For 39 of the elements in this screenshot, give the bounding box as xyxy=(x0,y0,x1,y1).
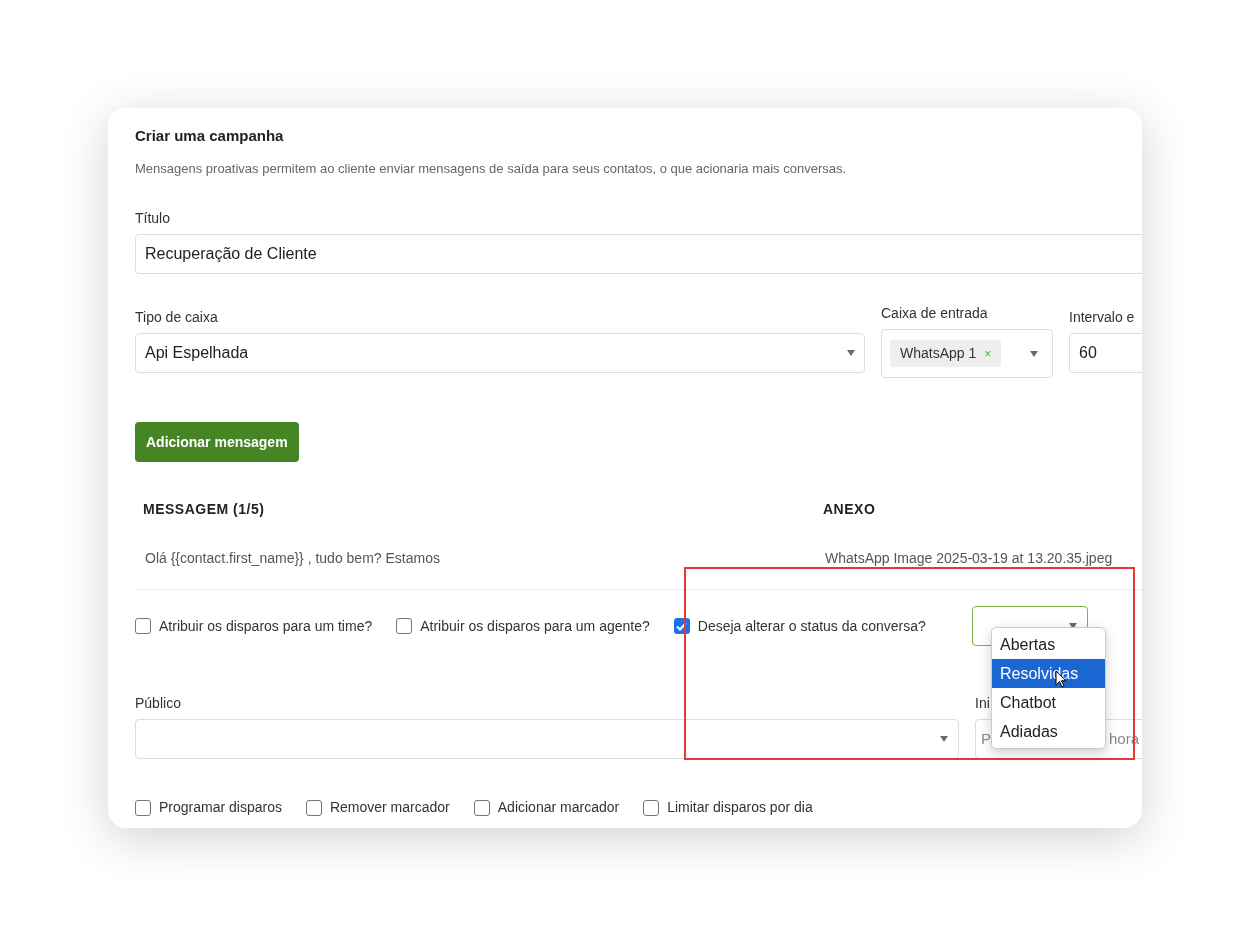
menu-item[interactable]: Adiadas xyxy=(992,717,1105,746)
interval-field[interactable]: 60 xyxy=(1069,333,1142,373)
checkbox-label: Deseja alterar o status da conversa? xyxy=(697,616,926,636)
inbox-tag: WhatsApp 1 × xyxy=(890,340,1002,367)
caret-icon xyxy=(847,350,855,356)
checkbox[interactable] xyxy=(473,799,490,816)
field-label: Intervalo e xyxy=(1069,308,1136,327)
table-cell-text: WhatsApp Image 2025-03-19 at 13.20.35.jpeg xyxy=(824,549,1113,568)
dialog-description: Mensagens proativas permitem ao cliente enviar mensagens de saída para seus contatos, o que acionaria mais conversas. xyxy=(135,159,848,178)
title-field[interactable]: Recuperação de Cliente xyxy=(135,234,1142,274)
menu-item[interactable]: Chatbot xyxy=(992,688,1105,717)
caret-icon xyxy=(940,736,948,742)
checkbox-label: Atribuir os disparos para um agente? xyxy=(420,616,650,636)
checkbox-label: Limitar disparos por dia xyxy=(667,798,813,817)
checkbox-label: Programar disparos xyxy=(159,798,282,817)
menu-item[interactable]: Abertas xyxy=(992,630,1105,659)
caret-icon xyxy=(1030,350,1038,357)
field-label: Tipo de caixa xyxy=(135,308,219,327)
checkbox[interactable] xyxy=(396,618,413,634)
add-message-button[interactable]: Adicionar mensagem xyxy=(135,422,299,462)
field-label: Título xyxy=(135,209,171,228)
column-header: MESSAGEM (1/5) xyxy=(142,500,266,519)
field-label: Público xyxy=(135,694,182,713)
caret-icon xyxy=(1068,623,1077,629)
checkbox-label: Atribuir os disparos para um time? xyxy=(159,616,373,636)
checkbox-label: Adicionar marcador xyxy=(497,798,620,817)
table-cell-text: Olá {{contact.first_name}} , tudo bem? Estamos xyxy=(144,549,441,568)
field-label: Ini xyxy=(975,694,990,713)
checkbox[interactable] xyxy=(305,799,322,816)
checkbox[interactable] xyxy=(643,799,660,816)
checkbox-label: Remover marcador xyxy=(329,798,450,817)
checkbox[interactable] xyxy=(135,618,151,634)
inbox-select[interactable]: WhatsApp 1 × xyxy=(881,329,1053,378)
checkbox[interactable] xyxy=(135,799,151,816)
inbox-type-select[interactable]: Api Espelhada xyxy=(135,333,865,373)
column-header: ANEXO xyxy=(823,500,876,519)
field-label: Caixa de entrada xyxy=(881,304,989,323)
dialog-title: Criar uma campanha xyxy=(135,126,285,146)
menu-item[interactable]: Resolvidas xyxy=(992,659,1105,688)
